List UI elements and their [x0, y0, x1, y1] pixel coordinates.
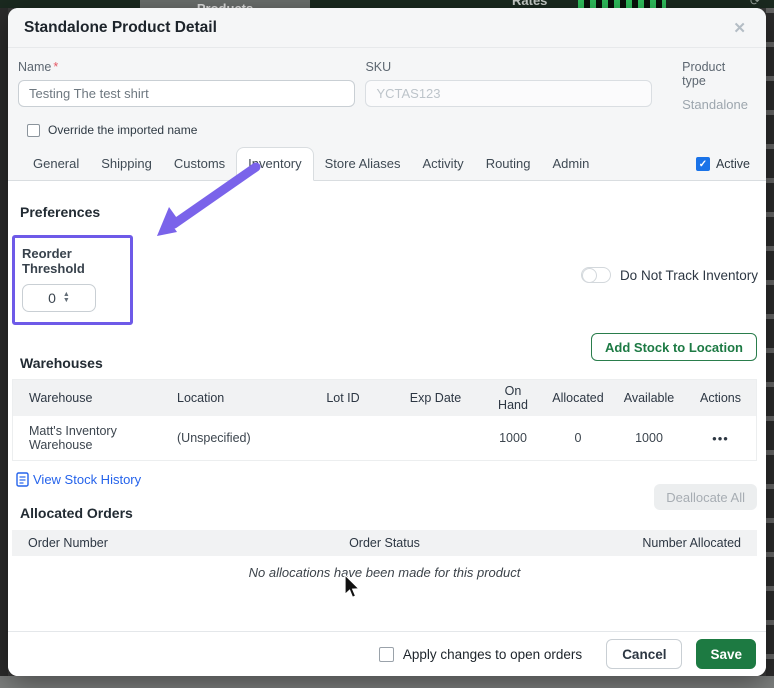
warehouses-heading: Warehouses [20, 355, 103, 371]
override-name-row: Override the imported name [8, 112, 766, 137]
row-actions-menu-icon[interactable]: ••• [712, 431, 729, 446]
warehouse-table-header: Warehouse Location Lot ID Exp Date On Ha… [13, 380, 756, 416]
col-location: Location [177, 391, 225, 405]
reorder-threshold-highlight-box: Reorder Threshold 0 ▲ ▼ [12, 235, 133, 325]
do-not-track-label: Do Not Track Inventory [619, 267, 758, 283]
col-on-hand: On Hand [498, 384, 528, 412]
reorder-threshold-value: 0 [48, 290, 56, 306]
active-checkbox[interactable]: ✓ [695, 157, 710, 171]
col-order-status: Order Status [349, 536, 420, 550]
tab-bar: General Shipping Customs Inventory Store… [8, 140, 766, 181]
tab-inventory[interactable]: Inventory [236, 147, 314, 181]
tab-customs[interactable]: Customs [163, 148, 236, 180]
col-number-allocated: Number Allocated [642, 536, 742, 550]
warehouse-table-row: Matt's Inventory Warehouse (Unspecified)… [13, 416, 756, 460]
toggle-knob [581, 267, 597, 283]
background-products-tab: Products [140, 0, 310, 8]
reorder-threshold-stepper[interactable]: 0 ▲ ▼ [22, 284, 96, 312]
warehouse-table: Warehouse Location Lot ID Exp Date On Ha… [12, 379, 757, 461]
cell-warehouse: Matt's Inventory Warehouse [29, 424, 117, 452]
active-label: Active [715, 157, 750, 171]
allocated-orders-heading: Allocated Orders [20, 505, 133, 521]
col-available: Available [623, 391, 675, 405]
document-icon [16, 472, 29, 487]
modal-header: Standalone Product Detail ✕ [8, 8, 766, 48]
apply-changes-label: Apply changes to open orders [402, 646, 583, 662]
reorder-threshold-label: Reorder Threshold [22, 246, 85, 276]
product-type-label: Product type [682, 60, 726, 88]
background-rates-label: Rates [512, 0, 548, 8]
save-button[interactable]: Save [696, 639, 756, 669]
refresh-icon: ⟳ [750, 0, 761, 8]
tab-activity[interactable]: Activity [412, 148, 475, 180]
modal-title: Standalone Product Detail [24, 19, 217, 36]
apply-changes-checkbox[interactable] [378, 646, 394, 662]
deallocate-all-button[interactable]: Deallocate All [654, 484, 757, 510]
override-name-checkbox[interactable] [27, 123, 40, 137]
col-exp-date: Exp Date [409, 391, 462, 405]
do-not-track-row: Do Not Track Inventory [580, 267, 758, 283]
inventory-tab-content: Preferences Reorder Threshold 0 ▲ ▼ Do N… [8, 204, 766, 580]
col-warehouse: Warehouse [29, 391, 93, 405]
active-checkbox-row: ✓ Active [695, 157, 750, 180]
close-icon[interactable]: ✕ [729, 19, 750, 38]
col-actions: Actions [700, 391, 741, 405]
tab-store-aliases[interactable]: Store Aliases [314, 148, 412, 180]
override-name-label: Override the imported name [48, 123, 198, 137]
col-order-number: Order Number [28, 536, 108, 550]
name-label: Name * [18, 60, 59, 74]
tab-shipping[interactable]: Shipping [90, 148, 163, 180]
preferences-heading: Preferences [20, 204, 101, 220]
cell-on-hand: 1000 [499, 431, 527, 445]
orders-table-header: Order Number Order Status Number Allocat… [12, 530, 757, 556]
name-field[interactable] [18, 80, 356, 107]
apply-changes-row: Apply changes to open orders [378, 646, 583, 662]
background-timer-display [578, 0, 666, 8]
tab-general[interactable]: General [22, 148, 90, 180]
cancel-button[interactable]: Cancel [606, 639, 683, 669]
cell-available: 1000 [635, 431, 663, 445]
cell-lot-id [298, 434, 388, 442]
overlay-bottom [0, 676, 774, 688]
do-not-track-toggle[interactable] [580, 267, 611, 283]
modal-footer: Apply changes to open orders Cancel Save [8, 631, 766, 676]
product-type-value: Standalone [682, 97, 748, 112]
sku-field[interactable] [365, 80, 653, 107]
add-stock-to-location-button[interactable]: Add Stock to Location [591, 333, 757, 361]
sku-label: SKU [365, 60, 392, 74]
overlay-left [0, 8, 8, 676]
cell-exp-date [388, 434, 483, 442]
cell-allocated: 0 [574, 431, 582, 445]
no-allocations-message: No allocations have been made for this p… [248, 565, 521, 580]
view-stock-history-link[interactable]: View Stock History [16, 472, 141, 487]
tab-routing[interactable]: Routing [475, 148, 542, 180]
background-app-header: Products Rates ⟳ [0, 0, 774, 8]
product-fields-row: Name* SKU Product type Standalone [8, 48, 766, 112]
standalone-product-detail-modal: Standalone Product Detail ✕ Name* SKU Pr… [8, 8, 766, 676]
overlay-right [766, 8, 774, 676]
cell-location: (Unspecified) [177, 431, 251, 445]
col-lot-id: Lot ID [326, 391, 360, 405]
tab-admin[interactable]: Admin [542, 148, 601, 180]
stepper-down-icon[interactable]: ▼ [63, 297, 70, 304]
required-asterisk: * [53, 60, 59, 74]
col-allocated: Allocated [552, 391, 604, 405]
